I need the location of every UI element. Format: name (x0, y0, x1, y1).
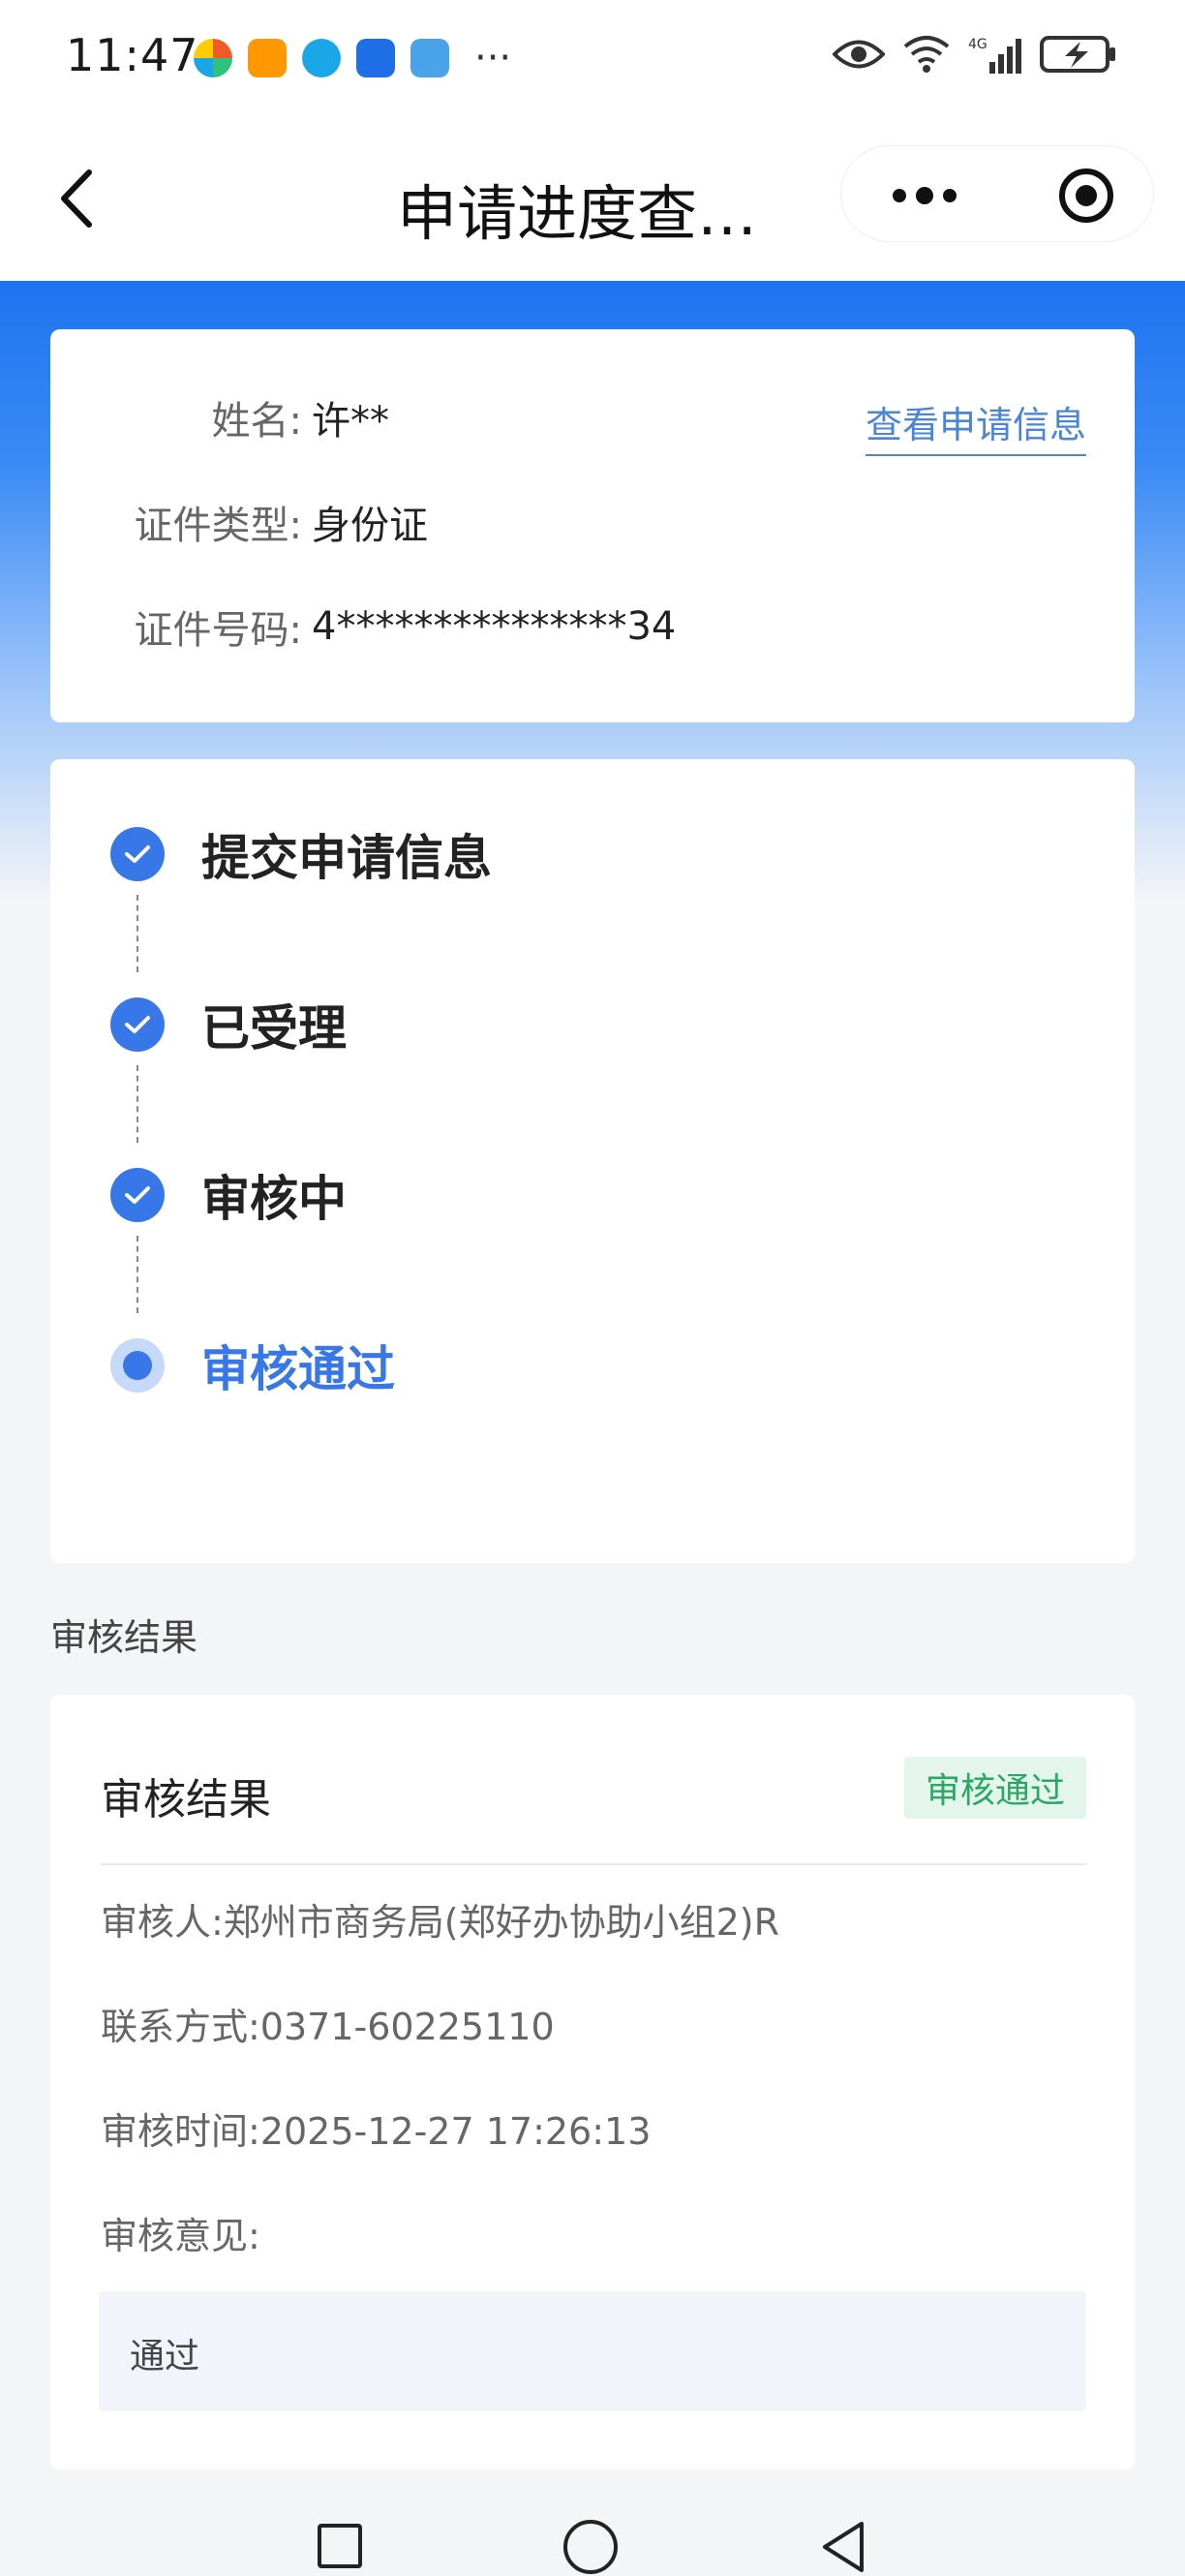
wifi-icon (903, 36, 950, 73)
navigation-bar: 申请进度查… (0, 116, 1185, 281)
battery-charging-icon (1040, 36, 1115, 73)
step-accepted: 已受理 (110, 990, 347, 1059)
step-submit: 提交申请信息 (110, 819, 492, 889)
step-label: 已受理 (201, 1000, 347, 1057)
step-label: 提交申请信息 (201, 830, 492, 886)
divider (101, 1863, 1086, 1865)
signal-icon: 4G (968, 37, 1021, 74)
more-options-icon[interactable] (886, 171, 963, 220)
status-app-icons: ··· (194, 39, 511, 77)
page: 11:47 ··· 4G 申请进度查… 姓名: 许** 证件类型: 身份证 证件… (0, 0, 1185, 2576)
view-application-link[interactable]: 查看申请信息 (865, 395, 1086, 456)
status-indicators: 4G (833, 35, 1117, 74)
id-type-row: 证件类型: 身份证 (50, 494, 428, 550)
id-number-row: 证件号码: 4***************34 (50, 598, 677, 655)
system-navigation-bar (0, 2479, 1185, 2576)
opinion-label: 审核意见: (101, 2215, 260, 2257)
more-notifications-icon: ··· (474, 36, 512, 80)
applicant-info-card: 姓名: 许** 证件类型: 身份证 证件号码: 4***************… (50, 329, 1135, 722)
check-icon (110, 827, 165, 881)
close-miniprogram-icon[interactable] (1058, 168, 1114, 224)
id-type-value: 身份证 (312, 504, 428, 548)
recent-apps-button[interactable] (318, 2524, 362, 2568)
review-result-card: 审核结果 审核通过 审核人:郑州市商务局(郑好办协助小组2)R 联系方式:037… (50, 1695, 1135, 2469)
system-back-button[interactable] (819, 2520, 867, 2574)
app-notification-icon-2 (248, 39, 287, 77)
app-notification-icon-1 (194, 39, 232, 77)
status-bar: 11:47 ··· 4G (0, 0, 1185, 116)
check-icon (110, 1168, 165, 1222)
review-section-title: 审核结果 (50, 1616, 198, 1659)
step-approved: 审核通过 (110, 1331, 395, 1400)
back-arrow-icon[interactable] (50, 165, 108, 232)
opinion-text: 通过 (130, 2337, 200, 2377)
name-row: 姓名: 许** (50, 389, 389, 445)
app-notification-icon-4 (356, 39, 395, 77)
status-time: 11:47 (66, 29, 199, 81)
miniprogram-capsule (840, 145, 1154, 242)
reviewer-text: 审核人:郑州市商务局(郑好办协助小组2)R (101, 1901, 780, 1944)
name-label: 姓名: (211, 399, 302, 444)
step-connector (137, 1236, 138, 1313)
opinion-box: 通过 (99, 2291, 1086, 2411)
step-label: 审核中 (201, 1171, 347, 1227)
status-badge: 审核通过 (903, 1757, 1086, 1819)
id-number-label: 证件号码: (134, 608, 302, 653)
step-connector (137, 895, 138, 972)
review-heading: 审核结果 (101, 1775, 271, 1825)
page-title: 申请进度查… (397, 178, 758, 249)
eye-icon (833, 40, 885, 69)
svg-text:4G: 4G (968, 37, 988, 52)
app-notification-icon-5 (410, 39, 449, 77)
home-button[interactable] (563, 2520, 618, 2574)
progress-card: 提交申请信息 已受理 审核中 审核通过 (50, 759, 1135, 1563)
check-icon (110, 997, 165, 1052)
step-label: 审核通过 (201, 1341, 395, 1397)
id-type-label: 证件类型: (134, 504, 302, 548)
step-reviewing: 审核中 (110, 1160, 347, 1230)
name-value: 许** (312, 399, 389, 444)
current-step-icon (110, 1338, 165, 1393)
app-notification-icon-3 (302, 39, 341, 77)
review-time-text: 审核时间:2025-12-27 17:26:13 (101, 2110, 652, 2153)
contact-text: 联系方式:0371-60225110 (101, 2006, 555, 2048)
id-number-value: 4***************34 (312, 604, 677, 649)
step-connector (137, 1065, 138, 1143)
